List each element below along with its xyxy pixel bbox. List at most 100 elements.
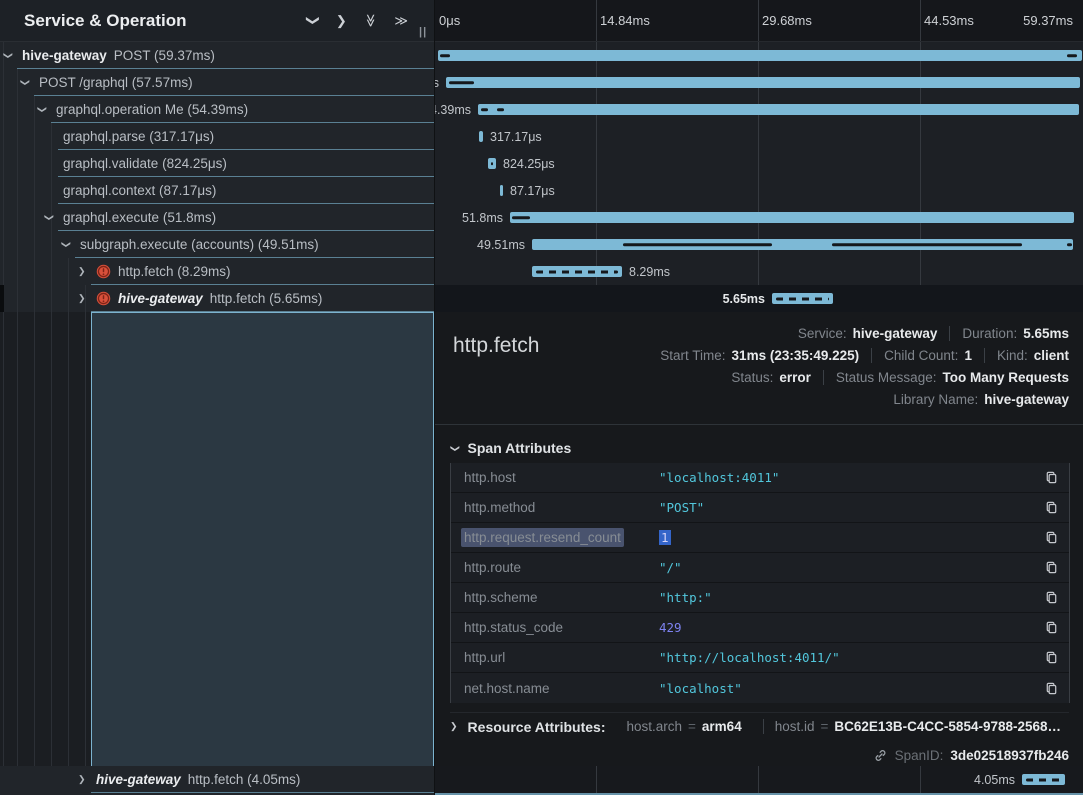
copy-icon[interactable] — [1044, 530, 1059, 545]
timeline-row[interactable]: 4.05ms — [435, 766, 1083, 793]
timeline-row[interactable]: 49.51ms — [435, 231, 1083, 258]
chevron-right-icon[interactable]: ❯ — [78, 774, 86, 785]
timeline-row[interactable]: 317.17μs — [435, 123, 1083, 150]
chevron-down-icon[interactable]: ❯ — [307, 15, 320, 26]
span-operation-label: graphql.context (87.17μs) — [63, 183, 216, 198]
span-bar[interactable] — [1022, 774, 1065, 785]
attribute-value: "http://localhost:4011/" — [659, 650, 1036, 665]
span-attributes-table: http.host"localhost:4011"http.method"POS… — [450, 463, 1070, 703]
copy-icon[interactable] — [1044, 681, 1059, 696]
chevron-down-icon[interactable]: ❯ — [19, 78, 30, 86]
copy-icon[interactable] — [1044, 470, 1059, 485]
span-attributes-toggle[interactable]: ❯ Span Attributes — [451, 436, 571, 460]
attribute-key: http.request.resend_count — [464, 530, 646, 545]
meta-value: hive-gateway — [984, 392, 1069, 407]
span-bar[interactable] — [500, 185, 503, 196]
selected-row-edge-marker — [0, 285, 4, 312]
tree-row[interactable]: ❯hive-gatewayhttp.fetch (5.65ms) — [0, 285, 434, 312]
equals-sign: = — [821, 719, 829, 734]
attribute-key: http.method — [464, 500, 646, 515]
selected-span-expanded-region[interactable] — [91, 312, 434, 766]
tree-row[interactable]: graphql.context (87.17μs) — [0, 177, 434, 204]
tree-row[interactable]: graphql.parse (317.17μs) — [0, 123, 434, 150]
chevron-right-icon[interactable]: ❯ — [78, 293, 86, 304]
tree-row-band: POST /graphql (57.57ms) — [34, 69, 434, 96]
panel-title: Service & Operation — [24, 11, 187, 31]
tree-row[interactable]: ❯hive-gatewayPOST (59.37ms) — [0, 42, 434, 69]
chevron-down-icon[interactable]: ❯ — [36, 105, 47, 113]
timeline-row[interactable]: 87.17μs — [435, 177, 1083, 204]
resource-attributes-toggle[interactable]: ❯Resource Attributes:host.arch=arm64host… — [450, 712, 1069, 740]
timeline-row[interactable] — [435, 42, 1083, 69]
span-id-row: SpanID: 3de02518937fb246 — [865, 744, 1069, 766]
copy-icon[interactable] — [1044, 560, 1059, 575]
tree-row[interactable]: ❯ graphql.execute (51.8ms) — [0, 204, 434, 231]
span-meta-line: Service:hive-gatewayDuration:5.65ms — [786, 322, 1069, 344]
span-bar[interactable] — [446, 77, 1080, 88]
meta-label: Start Time: — [660, 348, 725, 363]
span-bar[interactable] — [772, 293, 833, 304]
copy-icon[interactable] — [1044, 500, 1059, 515]
meta-label: Library Name: — [893, 392, 978, 407]
chevron-down-icon[interactable]: ❯ — [43, 213, 54, 221]
tree-row[interactable]: ❯subgraph.execute (accounts) (49.51ms) — [0, 231, 434, 258]
span-attributes-heading: Span Attributes — [468, 440, 572, 456]
attribute-row: http.method"POST" — [451, 493, 1069, 523]
attribute-value-text: "localhost" — [659, 681, 742, 696]
tree-row[interactable]: ❯ POST /graphql (57.57ms) — [0, 69, 434, 96]
attribute-row: http.status_code429 — [451, 613, 1069, 643]
span-bar[interactable] — [510, 212, 1074, 223]
grid-line — [596, 0, 597, 41]
timeline-row[interactable]: 51.8ms — [435, 204, 1083, 231]
indent-guide-line — [3, 42, 4, 795]
bar-duration-label: 4.05ms — [974, 773, 1015, 787]
double-chevron-down-icon[interactable]: ≫ — [364, 14, 377, 28]
tree-row-band: graphql.execute (51.8ms) — [58, 204, 434, 231]
chevron-down-icon[interactable]: ❯ — [2, 51, 13, 59]
tree-row[interactable]: ❯hive-gatewayhttp.fetch (4.05ms) — [0, 766, 434, 793]
span-bar[interactable] — [488, 158, 496, 169]
span-bar[interactable] — [479, 131, 483, 142]
tree-header-icons: ❯ ❯ ≫ ≫ — [308, 14, 420, 27]
attribute-key: http.route — [464, 560, 646, 575]
timeline-row[interactable]: 824.25μs — [435, 150, 1083, 177]
bar-duration-label: 54.39ms — [435, 103, 471, 117]
attribute-key: http.url — [464, 650, 646, 665]
timeline-row[interactable]: 57.57ms — [435, 69, 1083, 96]
span-bar[interactable] — [532, 239, 1073, 250]
timeline-row[interactable]: 54.39ms — [435, 96, 1083, 123]
span-bar[interactable] — [532, 266, 622, 277]
divider — [435, 424, 1083, 425]
double-chevron-right-icon[interactable]: ≫ — [394, 14, 408, 27]
attribute-value: 429 — [659, 620, 1036, 635]
timeline-row[interactable]: 8.29ms — [435, 258, 1083, 285]
grid-line — [758, 0, 759, 41]
link-icon[interactable] — [873, 748, 888, 763]
span-operation-label: http.fetch (5.65ms) — [210, 291, 323, 306]
tree-row[interactable]: ❯http.fetch (8.29ms) — [0, 258, 434, 285]
axis-tick-label: 14.84ms — [600, 13, 650, 28]
chevron-right-icon[interactable]: ❯ — [78, 266, 86, 277]
meta-value: client — [1034, 348, 1069, 363]
tree-row-band: graphql.operation Me (54.39ms) — [51, 96, 434, 123]
error-icon — [96, 264, 111, 279]
chevron-right-icon[interactable]: ❯ — [336, 14, 347, 27]
resource-attributes-heading: Resource Attributes: — [468, 719, 606, 735]
bar-child-mark — [491, 162, 493, 166]
tree-row-band: graphql.validate (824.25μs) — [58, 150, 434, 177]
span-bar[interactable] — [438, 50, 1082, 61]
tree-row[interactable]: ❯ graphql.operation Me (54.39ms) — [0, 96, 434, 123]
bar-child-mark — [832, 243, 1022, 247]
timeline-row[interactable]: 5.65ms — [435, 285, 1083, 312]
tree-row-band: graphql.parse (317.17μs) — [58, 123, 434, 150]
copy-icon[interactable] — [1044, 650, 1059, 665]
span-bar[interactable] — [478, 104, 1079, 115]
chevron-down-icon[interactable]: ❯ — [60, 240, 71, 248]
copy-icon[interactable] — [1044, 620, 1059, 635]
panel-resize-handle[interactable]: || — [419, 26, 427, 38]
copy-icon[interactable] — [1044, 590, 1059, 605]
bar-child-mark — [623, 243, 772, 247]
indent-guide-line — [34, 96, 35, 795]
bar-duration-label: 51.8ms — [462, 211, 503, 225]
tree-row[interactable]: graphql.validate (824.25μs) — [0, 150, 434, 177]
